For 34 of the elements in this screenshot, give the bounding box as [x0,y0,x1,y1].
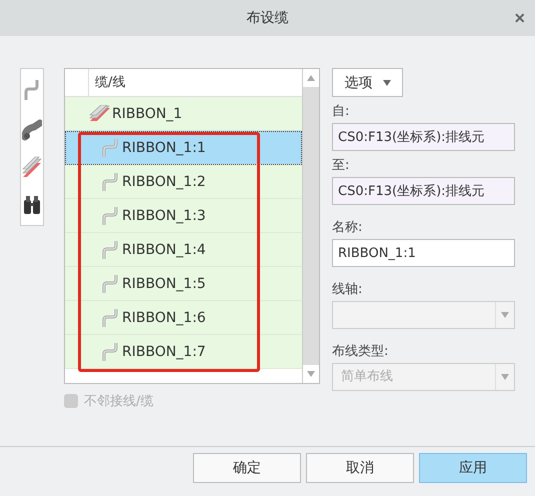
tree-row[interactable]: RIBBON_1:1 [65,131,302,165]
scroll-up-icon [307,75,315,81]
pipe-icon[interactable] [22,116,42,141]
tree-row[interactable]: RIBBON_1:3 [65,199,302,233]
plus-icon [64,394,78,408]
tree-row[interactable]: RIBBON_1:6 [65,301,302,335]
field-label: 名称: [332,219,364,237]
scrollbar[interactable] [302,69,319,383]
field-label: 自: [332,103,350,121]
tree-row[interactable]: RIBBON_1:4 [65,233,302,267]
dialog-button[interactable]: 应用 [419,453,527,483]
ribbon-cable-icon [89,104,111,122]
field-label: 线轴: [332,281,364,299]
dialog-button[interactable]: 确定 [193,453,301,483]
binoculars-icon[interactable] [22,194,42,216]
name-field[interactable]: RIBBON_1:1 [332,239,515,267]
field-label: 布线类型: [332,343,390,361]
tree-row[interactable]: RIBBON_1:7 [65,335,302,369]
dialog-button[interactable]: 取消 [306,453,414,483]
column-header: 缆/线 [94,74,126,92]
caret-icon [382,80,390,86]
window-title: 布设缆 [246,9,288,27]
ribbon-cable-icon[interactable] [22,155,42,180]
field-label: 至: [332,157,350,175]
tree-row[interactable]: RIBBON_1 [65,97,302,131]
tree-row[interactable]: RIBBON_1:2 [65,165,302,199]
caret-icon [501,374,509,380]
options-dropdown[interactable]: 选项 [332,68,403,97]
close-button[interactable]: × [514,8,525,28]
scroll-down-icon [307,371,315,377]
tree-row[interactable]: RIBBON_1:5 [65,267,302,301]
readonly-field[interactable]: CS0:F13(坐标系):排线元 [332,123,515,151]
readonly-field[interactable]: CS0:F13(坐标系):排线元 [332,177,515,205]
caret-icon [501,312,509,318]
